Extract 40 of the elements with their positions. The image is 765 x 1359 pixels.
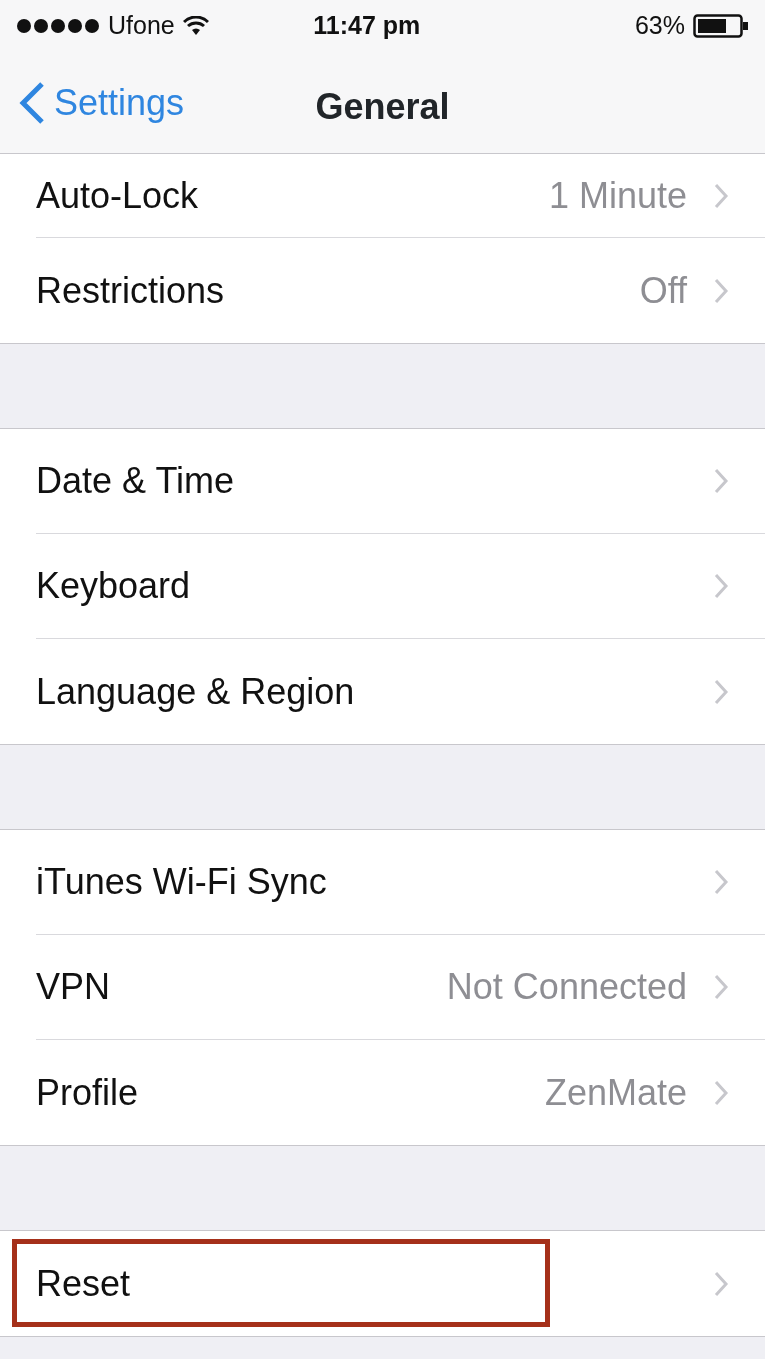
signal-icon: [16, 18, 100, 34]
settings-row[interactable]: Auto-Lock 1 Minute: [0, 154, 765, 238]
chevron-icon: [713, 868, 729, 896]
row-label: iTunes Wi-Fi Sync: [36, 860, 328, 904]
settings-row[interactable]: iTunes Wi-Fi Sync: [0, 830, 765, 935]
battery-percent: 63%: [634, 10, 685, 42]
row-label: Reset: [36, 1261, 132, 1306]
status-time: 11:47 pm: [313, 10, 421, 42]
settings-row[interactable]: Profile ZenMate: [0, 1040, 765, 1145]
chevron-icon: [713, 276, 729, 305]
back-button[interactable]: Settings: [0, 75, 185, 130]
chevron-icon: [713, 1269, 729, 1298]
settings-row[interactable]: Date & Time: [0, 429, 765, 534]
chevron-icon: [713, 467, 729, 495]
row-value: ZenMate: [544, 1070, 687, 1115]
carrier-name: Ufone: [108, 10, 175, 42]
row-label: VPN: [36, 965, 112, 1009]
battery-icon: [693, 14, 749, 38]
settings-row[interactable]: Keyboard: [0, 534, 765, 639]
chevron-icon: [713, 572, 729, 600]
settings-row[interactable]: VPN Not Connected: [0, 935, 765, 1040]
row-label: Auto-Lock: [36, 173, 200, 218]
settings-row[interactable]: Reset: [0, 1231, 765, 1336]
row-label: Language & Region: [36, 669, 356, 714]
row-value: Not Connected: [446, 965, 687, 1009]
row-value: 1 Minute: [548, 173, 687, 218]
row-value: Off: [639, 268, 687, 313]
settings-row[interactable]: Restrictions Off: [0, 238, 765, 343]
row-label: Restrictions: [36, 268, 226, 313]
chevron-icon: [713, 1078, 729, 1107]
back-chevron-icon: [18, 80, 46, 125]
chevron-icon: [713, 181, 729, 210]
row-label: Date & Time: [36, 459, 236, 503]
row-label: Profile: [36, 1070, 140, 1115]
settings-row[interactable]: Language & Region: [0, 639, 765, 744]
chevron-icon: [713, 677, 729, 706]
wifi-icon: [182, 16, 209, 36]
page-title: General: [315, 86, 450, 127]
row-label: Keyboard: [36, 564, 192, 608]
chevron-icon: [713, 973, 729, 1001]
